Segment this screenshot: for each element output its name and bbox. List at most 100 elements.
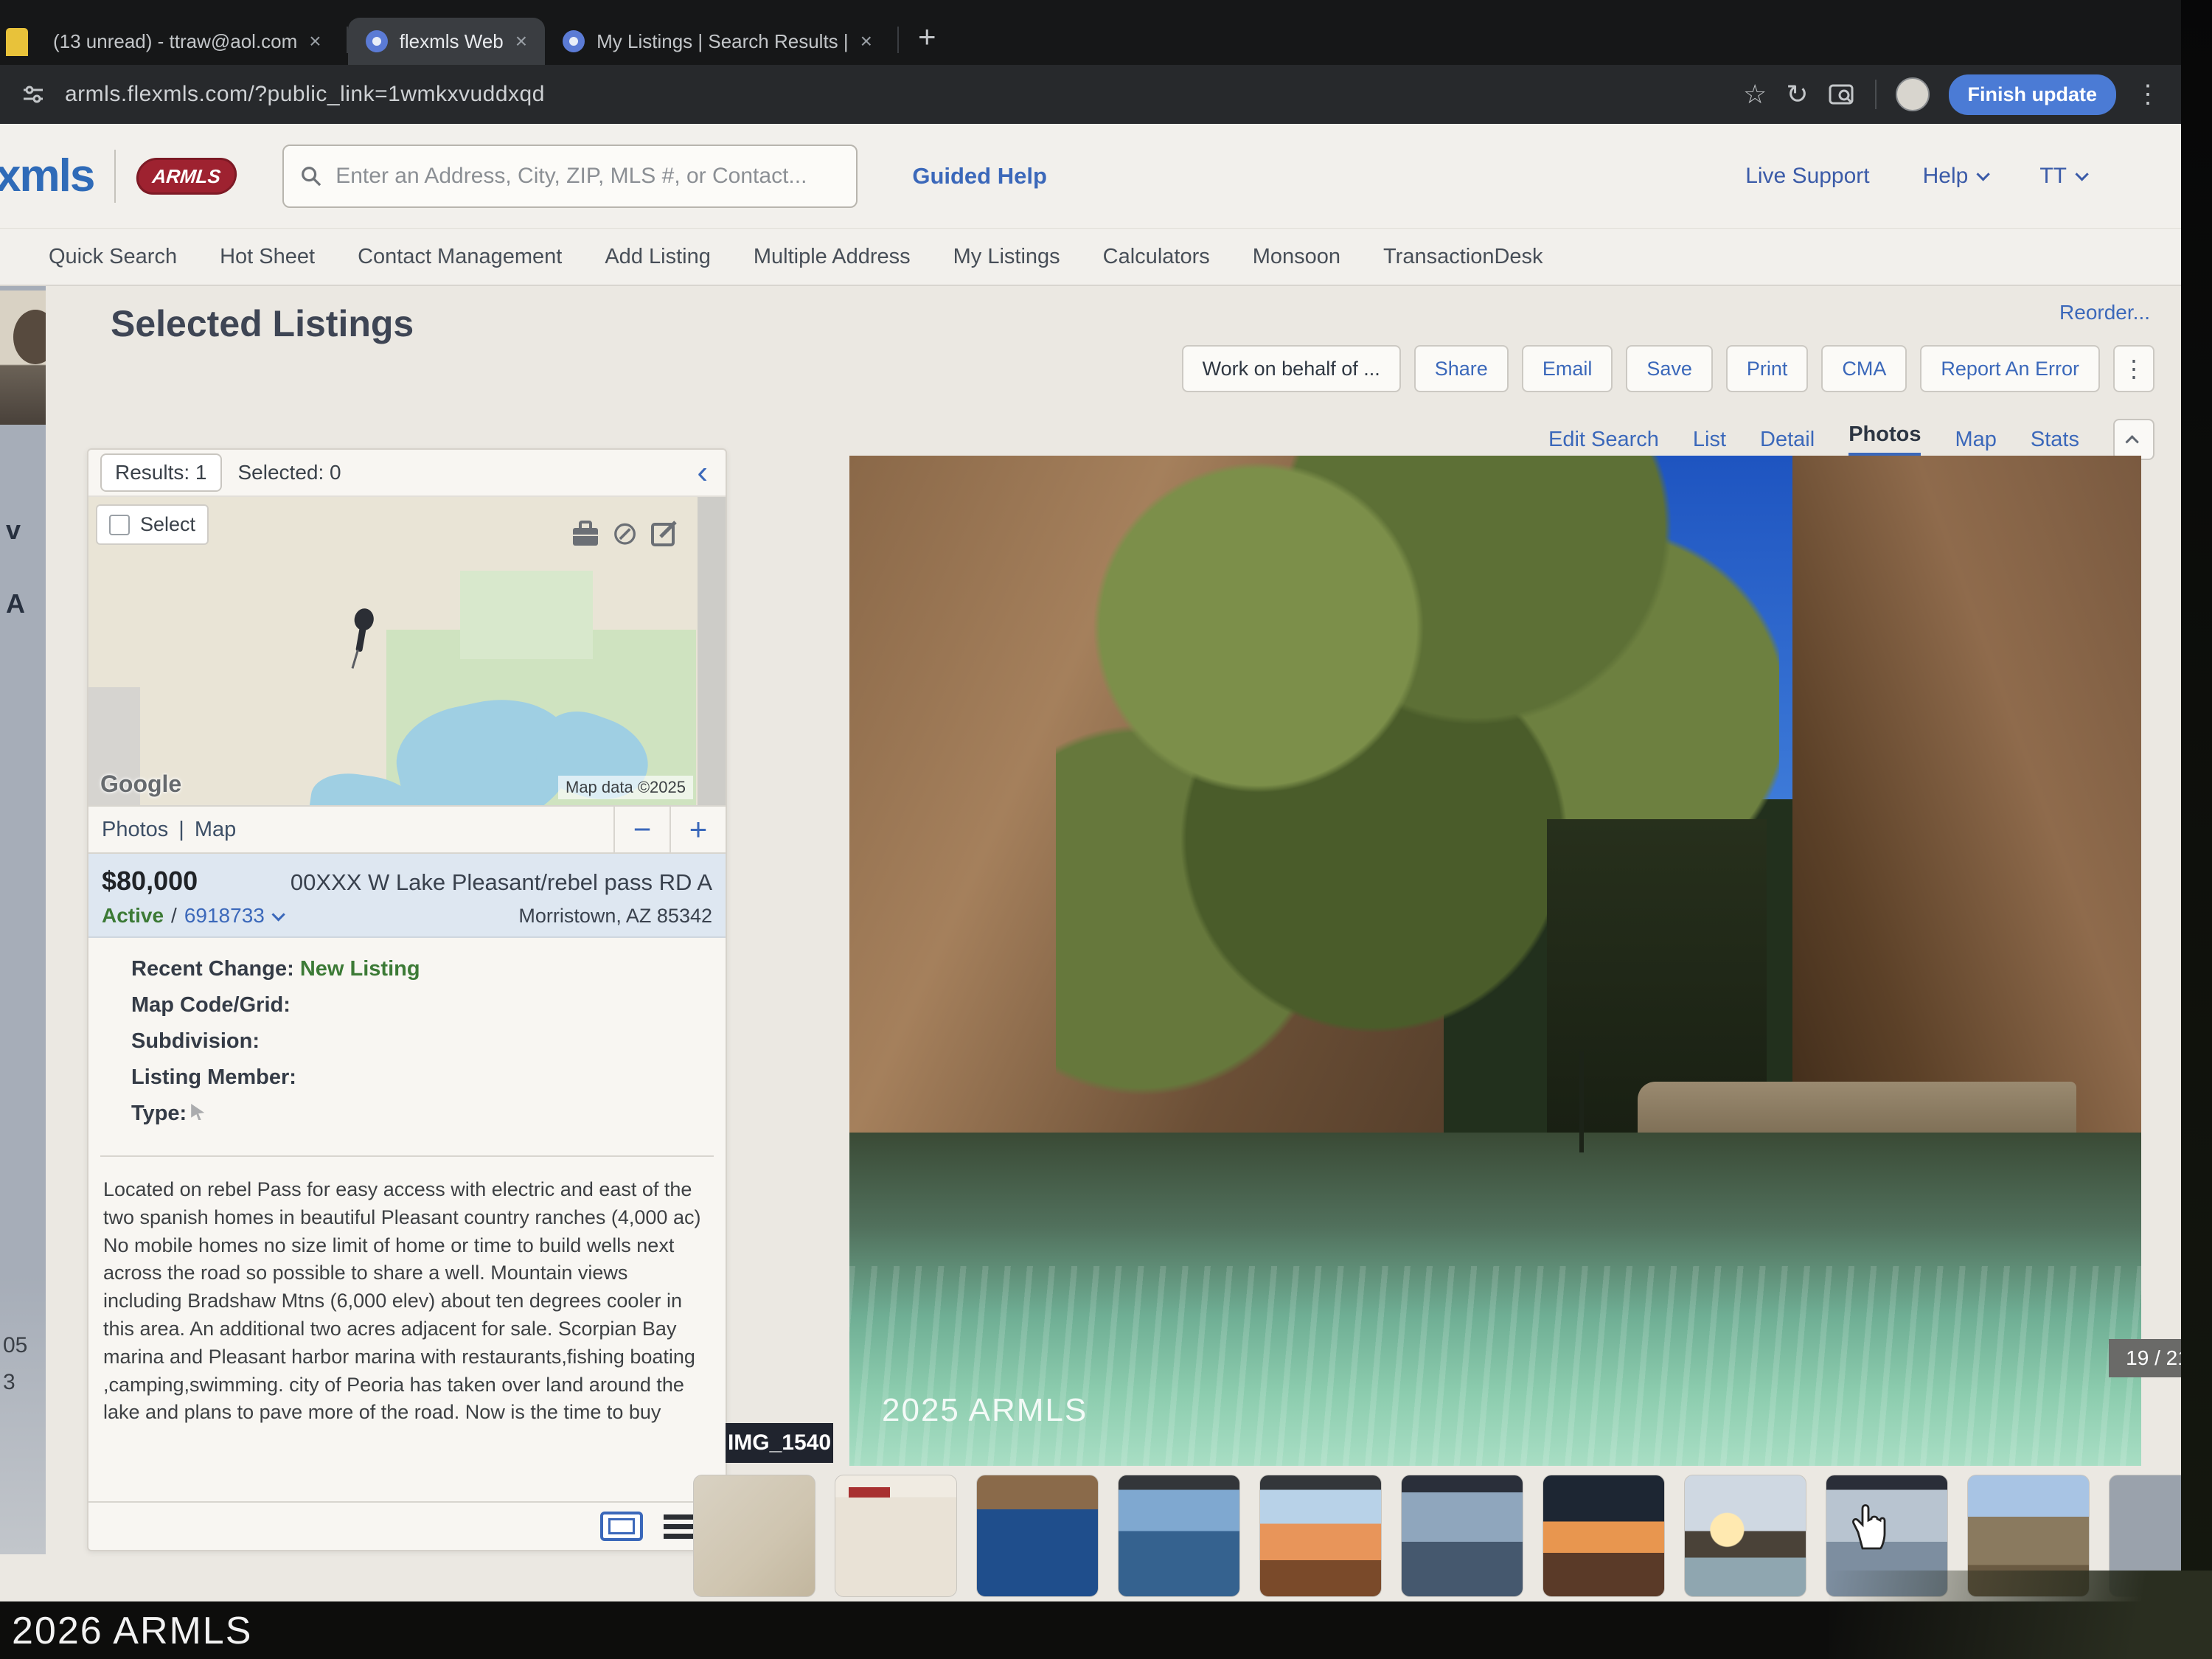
live-support-link[interactable]: Live Support — [1745, 164, 1869, 189]
collapse-left-icon[interactable]: ‹ — [697, 456, 714, 489]
mini-map[interactable]: Select ⊘ — [88, 497, 726, 807]
collapse-panel-button[interactable] — [2113, 419, 2154, 460]
select-checkbox[interactable] — [109, 515, 130, 535]
select-label: Select — [140, 513, 195, 536]
armls-watermark: 2025 ARMLS — [882, 1392, 1088, 1429]
nav-contact-management[interactable]: Contact Management — [358, 245, 562, 269]
photo-filename-badge: IMG_1540 — [726, 1423, 833, 1463]
save-button[interactable]: Save — [1626, 345, 1713, 392]
nav-transactiondesk[interactable]: TransactionDesk — [1383, 245, 1543, 269]
report-error-button[interactable]: Report An Error — [1920, 345, 2100, 392]
search-input[interactable] — [335, 164, 840, 189]
listing-address: 00XXX W Lake Pleasant/rebel pass RD A — [291, 869, 712, 896]
history-icon[interactable]: ↻ — [1786, 79, 1808, 110]
flexmls-logo: xmls — [0, 150, 94, 202]
nav-quick-search[interactable]: Quick Search — [49, 245, 177, 269]
photo-counter-badge: 19 / 21 — [2109, 1339, 2181, 1377]
results-panel: Results: 1 Selected: 0 ‹ Select — [87, 448, 727, 1551]
tab-photos[interactable]: Photos — [1848, 422, 1921, 456]
field-label: Listing Member: — [131, 1065, 296, 1089]
listing-summary[interactable]: $80,000 00XXX W Lake Pleasant/rebel pass… — [88, 854, 726, 938]
profile-avatar[interactable] — [1896, 77, 1930, 111]
nav-add-listing[interactable]: Add Listing — [605, 245, 711, 269]
toolbox-icon[interactable] — [570, 519, 601, 549]
print-button[interactable]: Print — [1726, 345, 1809, 392]
global-search[interactable] — [282, 145, 858, 208]
help-menu[interactable]: Help — [1923, 164, 1987, 189]
field-label: Subdivision: — [131, 1029, 260, 1053]
reading-list-icon[interactable] — [1828, 82, 1856, 107]
pinned-tab-favicon[interactable] — [6, 28, 28, 56]
share-button[interactable]: Share — [1414, 345, 1509, 392]
separator: / — [171, 904, 177, 928]
tab-edit-search[interactable]: Edit Search — [1548, 428, 1659, 452]
browser-menu-icon[interactable]: ⋮ — [2135, 80, 2160, 109]
bottom-watermark: 2026 ARMLS — [12, 1609, 252, 1653]
google-logo: Google — [100, 771, 181, 798]
photo-thumbnail-8[interactable] — [1684, 1475, 1806, 1597]
tab-map[interactable]: Map — [1955, 428, 1996, 452]
field-label: Type: — [131, 1102, 187, 1125]
tab-aol-mail[interactable]: (13 unread) - ttraw@aol.com × — [35, 18, 339, 65]
cma-button[interactable]: CMA — [1821, 345, 1907, 392]
results-header: Results: 1 Selected: 0 ‹ — [88, 450, 726, 497]
select-listing-control[interactable]: Select — [96, 504, 209, 545]
map-link[interactable]: Map — [195, 818, 236, 842]
close-icon[interactable]: × — [515, 29, 527, 53]
photo-thumbnail-6[interactable] — [1401, 1475, 1523, 1597]
email-button[interactable]: Email — [1522, 345, 1613, 392]
photo-thumbnail-2[interactable] — [835, 1475, 957, 1597]
listing-fields: Recent Change: New Listing Map Code/Grid… — [88, 938, 726, 1151]
toolbar-divider — [1875, 80, 1877, 109]
zoom-in-button[interactable]: + — [669, 807, 726, 852]
tab-label: (13 unread) - ttraw@aol.com — [53, 30, 297, 53]
tab-my-listings[interactable]: My Listings | Search Results | × — [545, 18, 890, 65]
nav-multiple-address[interactable]: Multiple Address — [754, 245, 911, 269]
edit-note-icon[interactable] — [649, 519, 678, 549]
browser-tab-strip: (13 unread) - ttraw@aol.com × flexmls We… — [0, 0, 2181, 65]
laptop-bezel-right — [2181, 0, 2212, 1659]
bookmark-star-icon[interactable]: ☆ — [1743, 79, 1767, 110]
prohibit-icon[interactable]: ⊘ — [611, 518, 639, 550]
results-count[interactable]: Results: 1 — [100, 453, 222, 492]
tab-stats[interactable]: Stats — [2031, 428, 2079, 452]
reorder-link[interactable]: Reorder... — [2059, 301, 2150, 324]
new-tab-button[interactable]: + — [918, 19, 936, 55]
cursor-icon — [191, 1104, 204, 1120]
page-content: v A 05 3 Selected Listings Reorder... Wo… — [0, 286, 2181, 1601]
cutoff-left-panel: v A 05 3 — [0, 286, 46, 1554]
nav-monsoon[interactable]: Monsoon — [1253, 245, 1340, 269]
map-pin-icon — [344, 608, 382, 674]
cutoff-number: 3 — [3, 1370, 15, 1395]
tab-list[interactable]: List — [1693, 428, 1726, 452]
work-on-behalf-button[interactable]: Work on behalf of ... — [1182, 345, 1401, 392]
zoom-out-button[interactable]: − — [613, 807, 669, 852]
photo-thumbnail-4[interactable] — [1118, 1475, 1240, 1597]
user-menu[interactable]: TT — [2039, 164, 2085, 189]
photo-thumbnail-1[interactable] — [693, 1475, 815, 1597]
photographed-laptop-scene: (13 unread) - ttraw@aol.com × flexmls We… — [0, 0, 2212, 1659]
photos-link[interactable]: Photos — [102, 818, 168, 842]
url-text[interactable]: armls.flexmls.com/?public_link=1wmkxvudd… — [65, 82, 545, 107]
nav-hot-sheet[interactable]: Hot Sheet — [220, 245, 315, 269]
logo-divider — [114, 150, 116, 203]
close-icon[interactable]: × — [860, 29, 872, 53]
field-value: New Listing — [300, 957, 420, 981]
photo-thumbnail-5[interactable] — [1259, 1475, 1382, 1597]
tab-flexmls-web[interactable]: flexmls Web × — [348, 18, 545, 65]
nav-my-listings[interactable]: My Listings — [953, 245, 1060, 269]
nav-calculators[interactable]: Calculators — [1103, 245, 1210, 269]
listing-photo-large[interactable] — [849, 456, 2141, 1466]
photo-thumbnail-7[interactable] — [1543, 1475, 1665, 1597]
tab-detail[interactable]: Detail — [1760, 428, 1815, 452]
selected-count: Selected: 0 — [238, 461, 341, 484]
tab-label: My Listings | Search Results | — [597, 30, 849, 53]
finish-update-button[interactable]: Finish update — [1949, 74, 2117, 115]
guided-help-link[interactable]: Guided Help — [912, 163, 1047, 189]
site-settings-icon[interactable] — [21, 82, 46, 107]
mls-number-dropdown[interactable]: 6918733 — [184, 904, 282, 928]
more-actions-kebab-icon[interactable]: ⋮ — [2113, 345, 2154, 392]
gallery-view-icon[interactable] — [600, 1512, 643, 1541]
photo-thumbnail-3[interactable] — [976, 1475, 1099, 1597]
close-icon[interactable]: × — [309, 29, 321, 53]
